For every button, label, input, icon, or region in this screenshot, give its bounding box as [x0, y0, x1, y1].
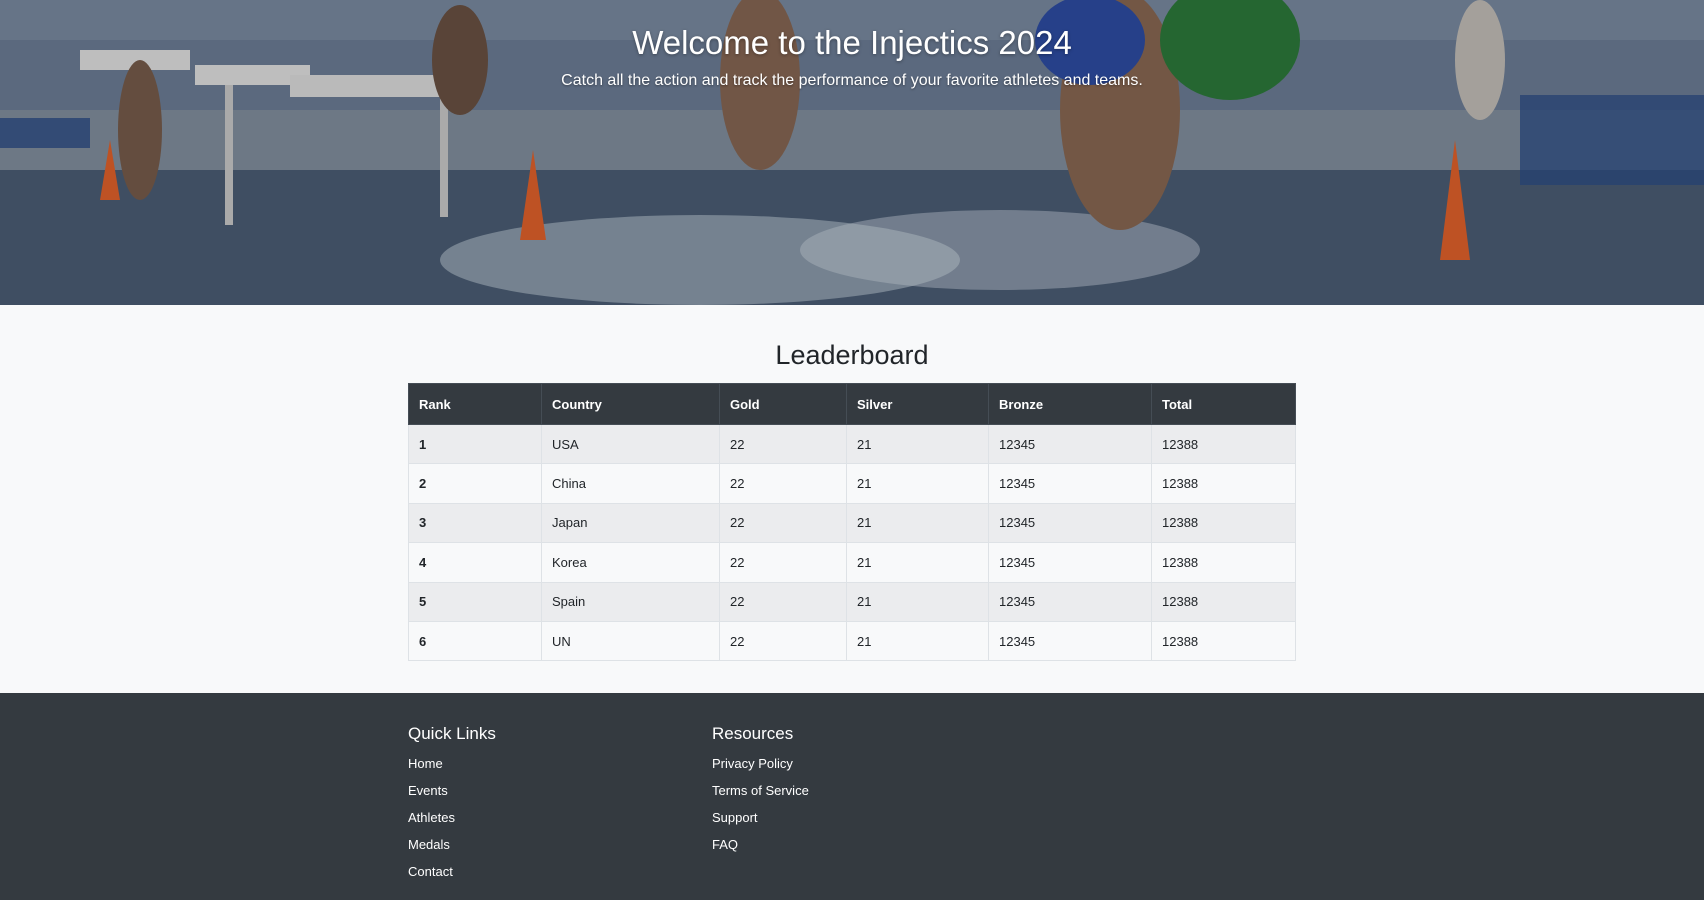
resources-column: Resources Privacy Policy Terms of Servic… — [712, 724, 1016, 885]
leaderboard-table: Rank Country Gold Silver Bronze Total 1 … — [408, 383, 1296, 662]
footer-link-athletes[interactable]: Athletes — [408, 804, 712, 831]
quick-links-heading: Quick Links — [408, 724, 496, 743]
cell-total: 12388 — [1151, 502, 1296, 544]
column-header-gold: Gold — [719, 383, 847, 425]
hero-banner: Welcome to the Injectics 2024 Catch all … — [0, 0, 1704, 305]
cell-total: 12388 — [1151, 581, 1296, 622]
footer-link-terms-of-service[interactable]: Terms of Service — [712, 777, 1016, 804]
table-row: 1 USA 22 21 12345 12388 — [408, 423, 1296, 465]
footer-link-contact[interactable]: Contact — [408, 858, 712, 885]
cell-bronze: 12345 — [988, 542, 1152, 583]
cell-gold: 22 — [719, 581, 847, 622]
cell-rank: 6 — [408, 620, 542, 662]
footer-link-home[interactable]: Home — [408, 750, 712, 777]
column-header-total: Total — [1151, 383, 1296, 425]
cell-silver: 21 — [846, 620, 989, 662]
table-row: 2 China 22 21 12345 12388 — [408, 463, 1296, 504]
cell-bronze: 12345 — [988, 463, 1152, 504]
cell-silver: 21 — [846, 581, 989, 622]
cell-bronze: 12345 — [988, 581, 1152, 622]
column-header-silver: Silver — [846, 383, 989, 425]
cell-country: China — [541, 463, 720, 504]
footer-link-events[interactable]: Events — [408, 777, 712, 804]
leaderboard-title: Leaderboard — [775, 340, 929, 370]
cell-bronze: 12345 — [988, 502, 1152, 544]
footer-columns: Quick Links Home Events Athletes Medals … — [408, 724, 1296, 885]
hero-text: Welcome to the Injectics 2024 Catch all … — [0, 22, 1704, 91]
cell-gold: 22 — [719, 542, 847, 583]
cell-silver: 21 — [846, 542, 989, 583]
cell-gold: 22 — [719, 502, 847, 544]
cell-gold: 22 — [719, 620, 847, 662]
cell-country: Spain — [541, 581, 720, 622]
footer-link-support[interactable]: Support — [712, 804, 1016, 831]
footer-link-medals[interactable]: Medals — [408, 831, 712, 858]
cell-rank: 5 — [408, 581, 542, 622]
cell-country: USA — [541, 423, 720, 465]
cell-rank: 2 — [408, 463, 542, 504]
hero-title: Welcome to the Injectics 2024 — [632, 24, 1072, 61]
table-row: 4 Korea 22 21 12345 12388 — [408, 542, 1296, 583]
column-header-country: Country — [541, 383, 720, 425]
table-row: 5 Spain 22 21 12345 12388 — [408, 581, 1296, 622]
leaderboard-section: Leaderboard Rank Country Gold Silver Bro… — [408, 305, 1296, 693]
cell-country: Korea — [541, 542, 720, 583]
cell-silver: 21 — [846, 502, 989, 544]
cell-rank: 1 — [408, 423, 542, 465]
resources-heading: Resources — [712, 724, 794, 743]
cell-country: UN — [541, 620, 720, 662]
cell-rank: 3 — [408, 502, 542, 544]
cell-total: 12388 — [1151, 423, 1296, 465]
footer-link-privacy-policy[interactable]: Privacy Policy — [712, 750, 1016, 777]
column-header-rank: Rank — [408, 383, 542, 425]
cell-gold: 22 — [719, 463, 847, 504]
cell-silver: 21 — [846, 423, 989, 465]
table-row: 3 Japan 22 21 12345 12388 — [408, 502, 1296, 544]
table-header-row: Rank Country Gold Silver Bronze Total — [408, 383, 1296, 425]
cell-total: 12388 — [1151, 463, 1296, 504]
cell-total: 12388 — [1151, 542, 1296, 583]
site-footer: Quick Links Home Events Athletes Medals … — [0, 693, 1704, 900]
cell-bronze: 12345 — [988, 620, 1152, 662]
cell-total: 12388 — [1151, 620, 1296, 662]
quick-links-column: Quick Links Home Events Athletes Medals … — [408, 724, 712, 885]
cell-silver: 21 — [846, 463, 989, 504]
table-row: 6 UN 22 21 12345 12388 — [408, 620, 1296, 662]
hero-subtitle: Catch all the action and track the perfo… — [561, 72, 1143, 89]
cell-country: Japan — [541, 502, 720, 544]
column-header-bronze: Bronze — [988, 383, 1152, 425]
cell-rank: 4 — [408, 542, 542, 583]
footer-link-faq[interactable]: FAQ — [712, 831, 1016, 858]
cell-gold: 22 — [719, 423, 847, 465]
cell-bronze: 12345 — [988, 423, 1152, 465]
